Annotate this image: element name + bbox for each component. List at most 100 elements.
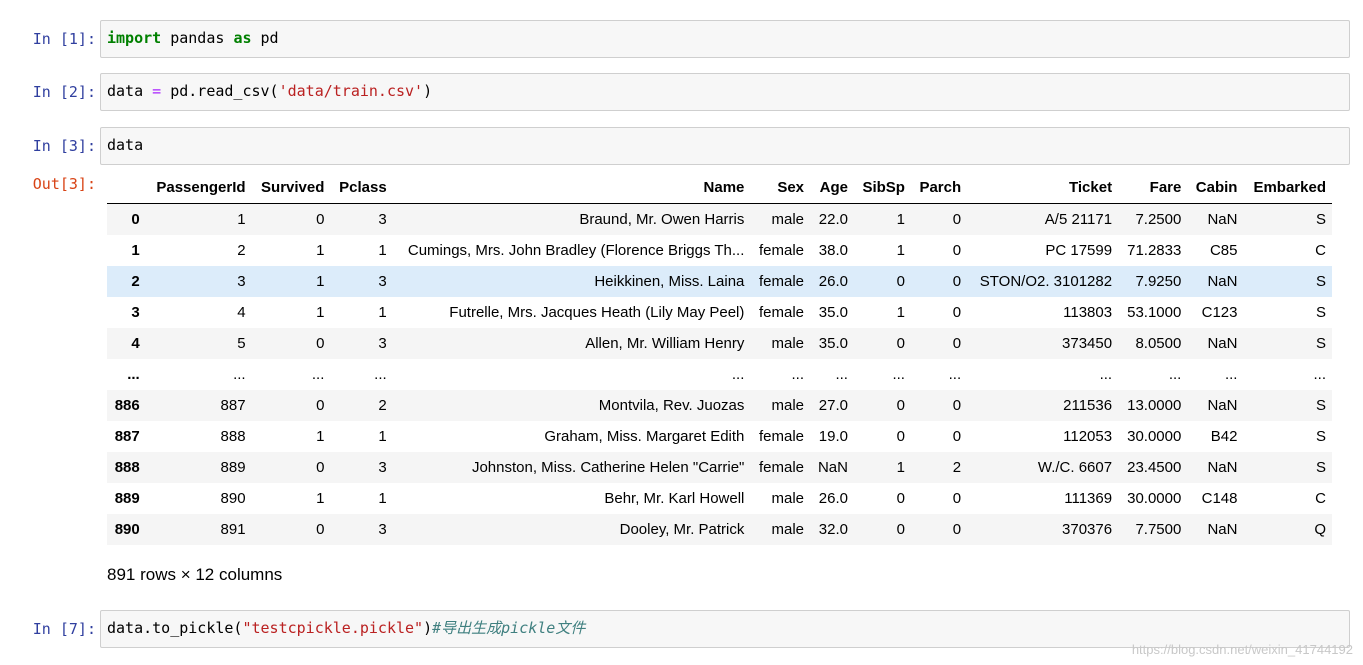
table-cell: ... bbox=[835, 366, 848, 383]
code-token: = bbox=[152, 82, 162, 100]
table-cell: 891 bbox=[220, 521, 246, 538]
table-cell: NaN bbox=[1207, 397, 1238, 414]
table-cell: Futrelle, Mrs. Jacques Heath (Lily May P… bbox=[449, 304, 745, 321]
table-cell: Dooley, Mr. Patrick bbox=[619, 521, 745, 538]
code-input[interactable]: import pandas as pd bbox=[100, 20, 1350, 58]
table-cell: female bbox=[759, 273, 805, 290]
table-cell: S bbox=[1315, 211, 1326, 228]
table-cell: 35.0 bbox=[818, 335, 848, 352]
table-cell: 0 bbox=[896, 273, 905, 290]
table-cell: 1 bbox=[378, 304, 387, 321]
row-index: 888 bbox=[114, 459, 140, 476]
table-cell: 0 bbox=[316, 335, 325, 352]
table-cell: 71.2833 bbox=[1127, 242, 1182, 259]
row-index: 2 bbox=[131, 273, 140, 290]
table-row: 888 889 0 3 Johnston, Miss. Catherine Helen … bbox=[107, 452, 1332, 483]
column-header: Age bbox=[810, 172, 854, 204]
table-cell: ... bbox=[1099, 366, 1113, 383]
table-cell: 38.0 bbox=[818, 242, 848, 259]
code-token: pandas bbox=[161, 29, 234, 47]
table-cell: ... bbox=[1168, 366, 1182, 383]
table-cell: Allen, Mr. William Henry bbox=[585, 335, 745, 352]
table-cell: 0 bbox=[952, 304, 962, 321]
table-cell: 26.0 bbox=[818, 490, 848, 507]
table-row: 886 887 0 2 Montvila, Rev. Juozas male 27.0 0 0 2… bbox=[107, 390, 1332, 421]
table-cell: 30.0000 bbox=[1127, 490, 1182, 507]
code-token: data bbox=[107, 82, 153, 100]
table-cell: Q bbox=[1314, 521, 1326, 538]
table-row: 0 1 0 3 Braund, Mr. Owen Harris male 22.0 1 0 A/5… bbox=[107, 203, 1332, 235]
table-cell: NaN bbox=[1207, 273, 1238, 290]
table-cell: 1 bbox=[896, 242, 905, 259]
table-cell: 890 bbox=[220, 490, 246, 507]
column-header: Embarked bbox=[1243, 172, 1332, 204]
table-cell: 2 bbox=[237, 242, 246, 259]
table-cell: 113803 bbox=[1063, 304, 1113, 321]
code-input[interactable]: data bbox=[100, 127, 1350, 165]
table-cell: 111369 bbox=[1064, 490, 1113, 507]
code-token: data bbox=[107, 136, 144, 154]
table-cell: 0 bbox=[896, 428, 905, 445]
table-cell: 1 bbox=[378, 242, 387, 259]
table-cell: ... bbox=[1224, 366, 1238, 383]
table-cell: Cumings, Mrs. John Bradley (Florence Bri… bbox=[407, 242, 745, 259]
table-cell: Johnston, Miss. Catherine Helen "Carrie" bbox=[471, 459, 745, 476]
dataframe-table: PassengerId Survived Pclass Name Sex Age SibSp… bbox=[107, 172, 1332, 545]
table-row: 1 2 1 1 Cumings, Mrs. John Bradley (Florence… bbox=[107, 235, 1332, 266]
table-cell: male bbox=[771, 397, 805, 414]
table-cell: 0 bbox=[952, 428, 962, 445]
table-cell: 1 bbox=[316, 242, 325, 259]
table-cell: 0 bbox=[316, 459, 325, 476]
table-cell: Montvila, Rev. Juozas bbox=[598, 397, 745, 414]
table-cell: NaN bbox=[1207, 459, 1238, 476]
column-header: Fare bbox=[1118, 172, 1188, 204]
table-cell: 8.0500 bbox=[1135, 335, 1182, 352]
code-token: import bbox=[107, 29, 162, 47]
table-cell: S bbox=[1315, 304, 1326, 321]
table-cell: female bbox=[759, 428, 805, 445]
table-cell: 35.0 bbox=[818, 304, 848, 321]
table-cell: 1 bbox=[316, 304, 325, 321]
code-token: 'data/train.csv' bbox=[278, 82, 424, 100]
table-cell: 2 bbox=[952, 459, 962, 476]
table-cell: 1 bbox=[896, 211, 905, 228]
table-cell: 211536 bbox=[1063, 397, 1113, 414]
table-row: 3 4 1 1 Futrelle, Mrs. Jacques Heath (Lily M… bbox=[107, 297, 1332, 328]
output-prompt: Out[3]: bbox=[32, 175, 96, 193]
table-cell: ... bbox=[731, 366, 745, 383]
table-cell: S bbox=[1315, 428, 1326, 445]
table-cell: C bbox=[1315, 242, 1326, 259]
code-input[interactable]: data = pd.read_csv('data/train.csv') bbox=[100, 73, 1350, 111]
code-token: ) bbox=[423, 619, 433, 637]
table-cell: 0 bbox=[316, 211, 325, 228]
table-cell: ... bbox=[791, 366, 805, 383]
table-cell: 0 bbox=[952, 242, 962, 259]
table-cell: NaN bbox=[1207, 211, 1238, 228]
column-header: Parch bbox=[910, 172, 968, 204]
table-cell: 0 bbox=[952, 397, 962, 414]
table-cell: 7.7500 bbox=[1135, 521, 1182, 538]
table-cell: A/5 21171 bbox=[1044, 211, 1113, 228]
table-cell: ... bbox=[311, 366, 325, 383]
table-cell: 0 bbox=[896, 490, 905, 507]
table-cell: ... bbox=[892, 366, 905, 383]
table-cell: PC 17599 bbox=[1045, 242, 1113, 259]
table-header-row: PassengerId Survived Pclass Name Sex Age SibSp… bbox=[107, 172, 1332, 204]
input-prompt: In [7]: bbox=[32, 620, 96, 638]
table-cell: 0 bbox=[896, 521, 905, 538]
table-cell: ... bbox=[1313, 366, 1326, 383]
code-token: as bbox=[233, 29, 252, 47]
column-header bbox=[107, 172, 146, 204]
table-cell: 373450 bbox=[1062, 335, 1113, 352]
table-row: ....................................... bbox=[107, 359, 1332, 390]
table-cell: W./C. 6607 bbox=[1037, 459, 1113, 476]
table-cell: S bbox=[1315, 459, 1326, 476]
table-cell: 3 bbox=[378, 459, 387, 476]
table-cell: 3 bbox=[378, 211, 387, 228]
watermark: https://blog.csdn.net/weixin_41744192 bbox=[1131, 642, 1353, 657]
table-cell: 0 bbox=[952, 521, 962, 538]
table-cell: 1 bbox=[896, 304, 905, 321]
column-header: Cabin bbox=[1187, 172, 1244, 204]
input-prompt: In [1]: bbox=[32, 30, 96, 48]
table-row: 890 891 0 3 Dooley, Mr. Patrick male 32.0 0 0 370… bbox=[107, 514, 1332, 545]
